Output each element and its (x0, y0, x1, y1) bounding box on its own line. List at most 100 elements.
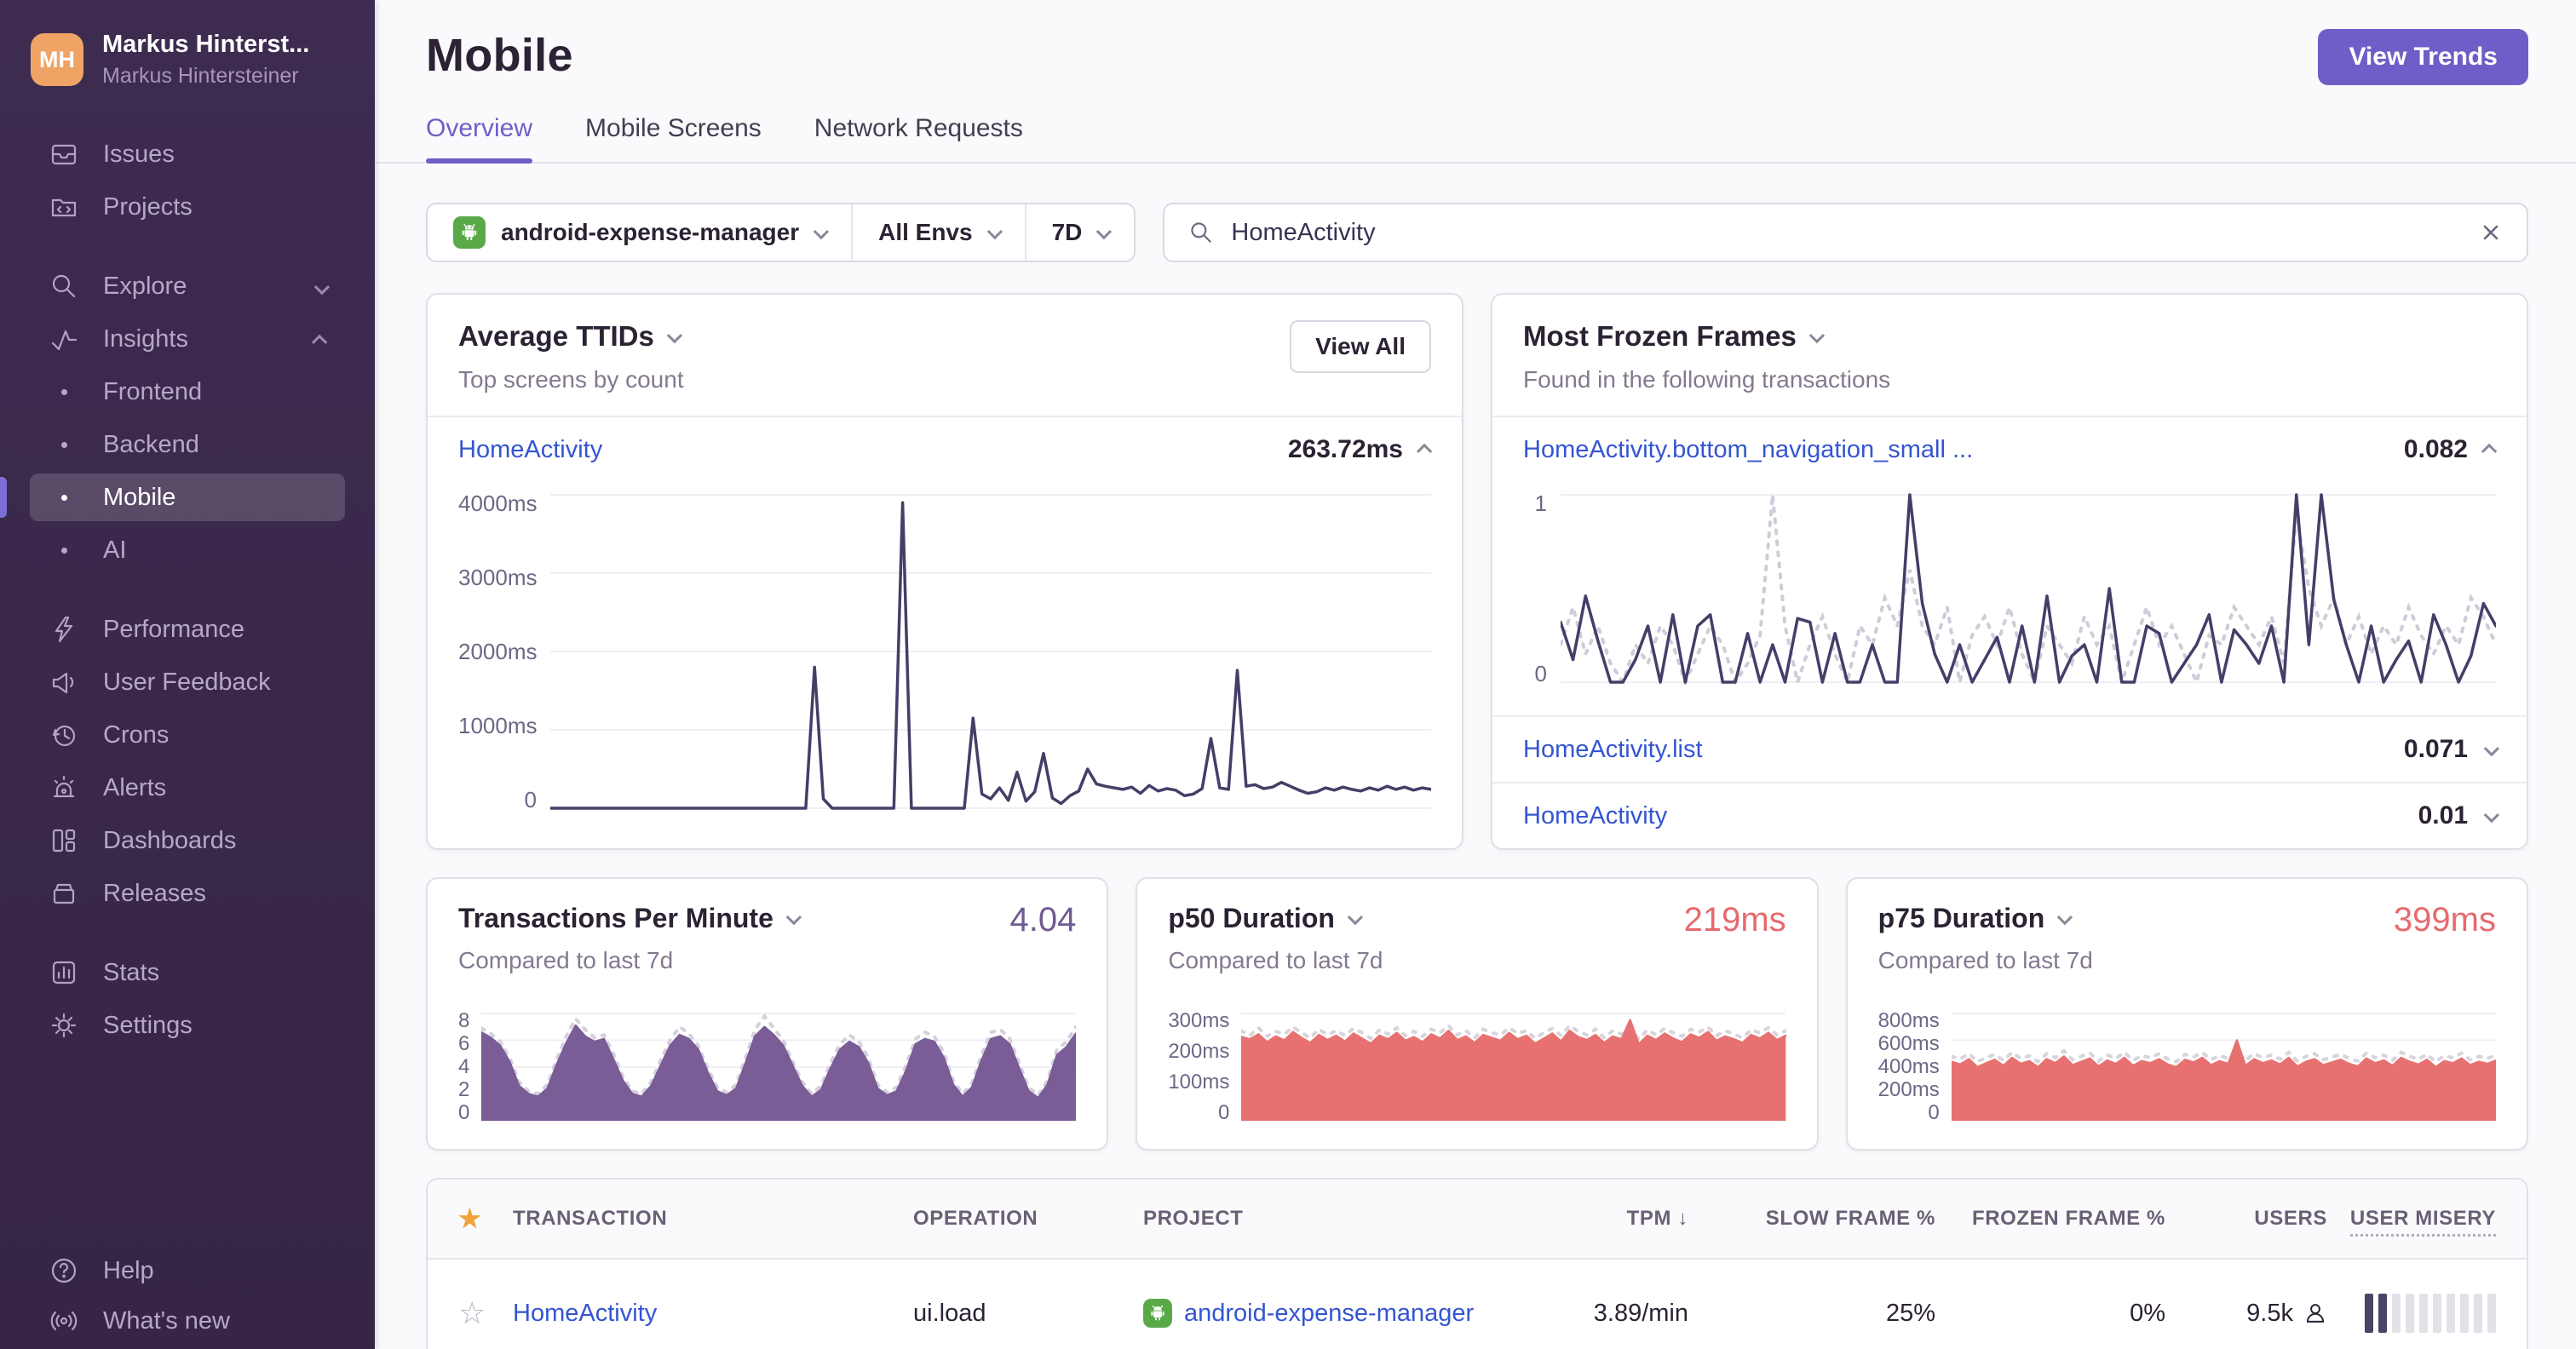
sidebar-item-user-feedback[interactable]: User Feedback (30, 658, 345, 706)
tab-bar: Overview Mobile Screens Network Requests (375, 114, 2576, 164)
sidebar-item-frontend[interactable]: Frontend (30, 368, 345, 416)
sidebar-item-mobile[interactable]: Mobile (30, 474, 345, 521)
clear-search-icon[interactable] (2479, 221, 2503, 244)
sidebar-item-label: Mobile (103, 483, 176, 511)
date-range-selector[interactable]: 7D (1026, 204, 1135, 261)
frozen-frames-title-dropdown[interactable]: Most Frozen Frames (1523, 320, 1890, 353)
column-header-slow-frame[interactable]: SLOW FRAME % (1688, 1207, 1935, 1231)
chevron-down-icon (1347, 909, 1364, 926)
transaction-link[interactable]: HomeActivity.list (1523, 736, 1703, 764)
column-header-tpm-sorted[interactable]: TPM ↓ (1475, 1207, 1688, 1231)
filter-bar: android-expense-manager All Envs 7D Home… (426, 203, 2528, 262)
projects-icon (49, 192, 79, 222)
sidebar-item-stats[interactable]: Stats (30, 949, 345, 996)
card-subtitle: Compared to last 7d (458, 947, 674, 973)
sidebar-item-performance[interactable]: Performance (30, 606, 345, 653)
card-title-label: p50 Duration (1168, 903, 1335, 933)
gear-icon (49, 1010, 79, 1041)
sidebar-item-backend[interactable]: Backend (30, 421, 345, 468)
siren-icon (49, 772, 79, 803)
frozen-frames-card: Most Frozen Frames Found in the followin… (1491, 293, 2528, 850)
sidebar-item-crons[interactable]: Crons (30, 711, 345, 759)
p75-title-dropdown[interactable]: p75 Duration (1878, 903, 2073, 934)
transaction-link[interactable]: HomeActivity (458, 436, 602, 464)
favorite-star-icon[interactable]: ☆ (458, 1295, 513, 1331)
column-header-frozen-frame[interactable]: FROZEN FRAME % (1935, 1207, 2165, 1231)
transaction-link[interactable]: HomeActivity.bottom_navigation_small ... (1523, 436, 1973, 464)
p50-title-dropdown[interactable]: p50 Duration (1168, 903, 1364, 934)
project-link[interactable]: android-expense-manager (1184, 1300, 1474, 1328)
users-cell: 9.5k (2165, 1300, 2327, 1328)
operation-cell: ui.load (913, 1299, 986, 1327)
chevron-up-icon (311, 325, 328, 353)
clock-icon (49, 720, 79, 750)
sidebar-item-projects[interactable]: Projects (30, 183, 345, 231)
user-icon (2306, 1304, 2325, 1323)
collapse-icon[interactable] (1416, 443, 1433, 459)
sidebar-item-label: User Feedback (103, 668, 271, 696)
view-all-button[interactable]: View All (1290, 320, 1431, 373)
y-axis-ticks: 4000ms 3000ms 2000ms 1000ms 0 (458, 491, 538, 812)
sidebar: MH Markus Hinterst... Markus Hinterstein… (0, 0, 375, 1349)
search-icon (49, 271, 79, 301)
metric-value: 0.082 (2403, 435, 2468, 463)
users-count: 9.5k (2246, 1299, 2293, 1327)
transaction-link[interactable]: HomeActivity (1523, 802, 1667, 830)
frozen-frame-cell: 0% (2130, 1299, 2165, 1327)
expand-icon[interactable] (2483, 807, 2500, 823)
search-input[interactable]: HomeActivity (1163, 203, 2528, 262)
sidebar-item-help[interactable]: Help (30, 1247, 345, 1294)
card-subtitle: Compared to last 7d (1877, 947, 2093, 973)
sidebar-item-label: Frontend (103, 377, 203, 405)
table-row: ☆ HomeActivity ui.load android-expense-m… (428, 1260, 2527, 1349)
star-column-header[interactable]: ★ (458, 1204, 513, 1234)
sidebar-item-explore[interactable]: Explore (30, 262, 345, 310)
sidebar-item-alerts[interactable]: Alerts (30, 764, 345, 812)
column-header-user-misery[interactable]: USER MISERY (2327, 1207, 2496, 1237)
sidebar-item-whats-new[interactable]: What's new (30, 1297, 345, 1345)
user-name: Markus Hinterst... (102, 31, 310, 58)
environment-selector[interactable]: All Envs (853, 204, 1026, 261)
help-icon (49, 1255, 79, 1286)
column-header-transaction[interactable]: TRANSACTION (513, 1207, 913, 1231)
avg-ttids-title-dropdown[interactable]: Average TTIDs (458, 320, 684, 353)
transaction-link[interactable]: HomeActivity (513, 1300, 913, 1328)
sidebar-item-ai[interactable]: AI (30, 526, 345, 574)
metric-value: 263.72ms (1287, 435, 1403, 463)
card-subtitle: Found in the following transactions (1523, 366, 1891, 393)
tpm-card: Transactions Per Minute 4.04 Compared to… (426, 877, 1109, 1151)
p75-area-chart (1949, 1011, 2498, 1123)
view-trends-button[interactable]: View Trends (2318, 29, 2528, 85)
tpm-title-dropdown[interactable]: Transactions Per Minute (458, 903, 802, 934)
user-misery-score (2327, 1294, 2496, 1333)
tab-overview[interactable]: Overview (426, 114, 533, 164)
collapse-icon[interactable] (2481, 443, 2498, 459)
column-header-project[interactable]: PROJECT (1143, 1207, 1475, 1231)
sidebar-item-issues[interactable]: Issues (30, 130, 345, 178)
column-header-users[interactable]: USERS (2165, 1207, 2327, 1231)
sidebar-item-settings[interactable]: Settings (30, 1002, 345, 1049)
column-header-operation[interactable]: OPERATION (913, 1207, 1143, 1231)
sidebar-item-insights[interactable]: Insights (30, 315, 345, 363)
metric-value: 0.071 (2403, 735, 2468, 763)
project-selector[interactable]: android-expense-manager (428, 204, 854, 261)
sidebar-item-label: Issues (103, 140, 175, 168)
y-axis-ticks: 10 (1534, 491, 1547, 686)
page-title: Mobile (426, 30, 573, 81)
metric-value: 0.01 (2418, 801, 2468, 829)
tab-network-requests[interactable]: Network Requests (814, 114, 1023, 162)
sidebar-item-label: Explore (103, 272, 187, 300)
user-org: Markus Hintersteiner (102, 64, 299, 88)
sidebar-item-dashboards[interactable]: Dashboards (30, 817, 345, 864)
expand-icon[interactable] (2483, 740, 2500, 756)
y-axis-ticks: 300ms 200ms 100ms 0 (1168, 1009, 1230, 1124)
tab-mobile-screens[interactable]: Mobile Screens (585, 114, 762, 162)
sidebar-item-label: Dashboards (103, 826, 237, 854)
avatar: MH (31, 33, 83, 86)
sidebar-item-releases[interactable]: Releases (30, 870, 345, 917)
card-title-label: Transactions Per Minute (458, 903, 773, 933)
user-menu[interactable]: MH Markus Hinterst... Markus Hinterstein… (0, 31, 375, 89)
sidebar-item-label: Stats (103, 958, 160, 986)
search-icon (1191, 222, 1212, 243)
page-header: Mobile View Trends Overview Mobile Scree… (375, 0, 2576, 164)
